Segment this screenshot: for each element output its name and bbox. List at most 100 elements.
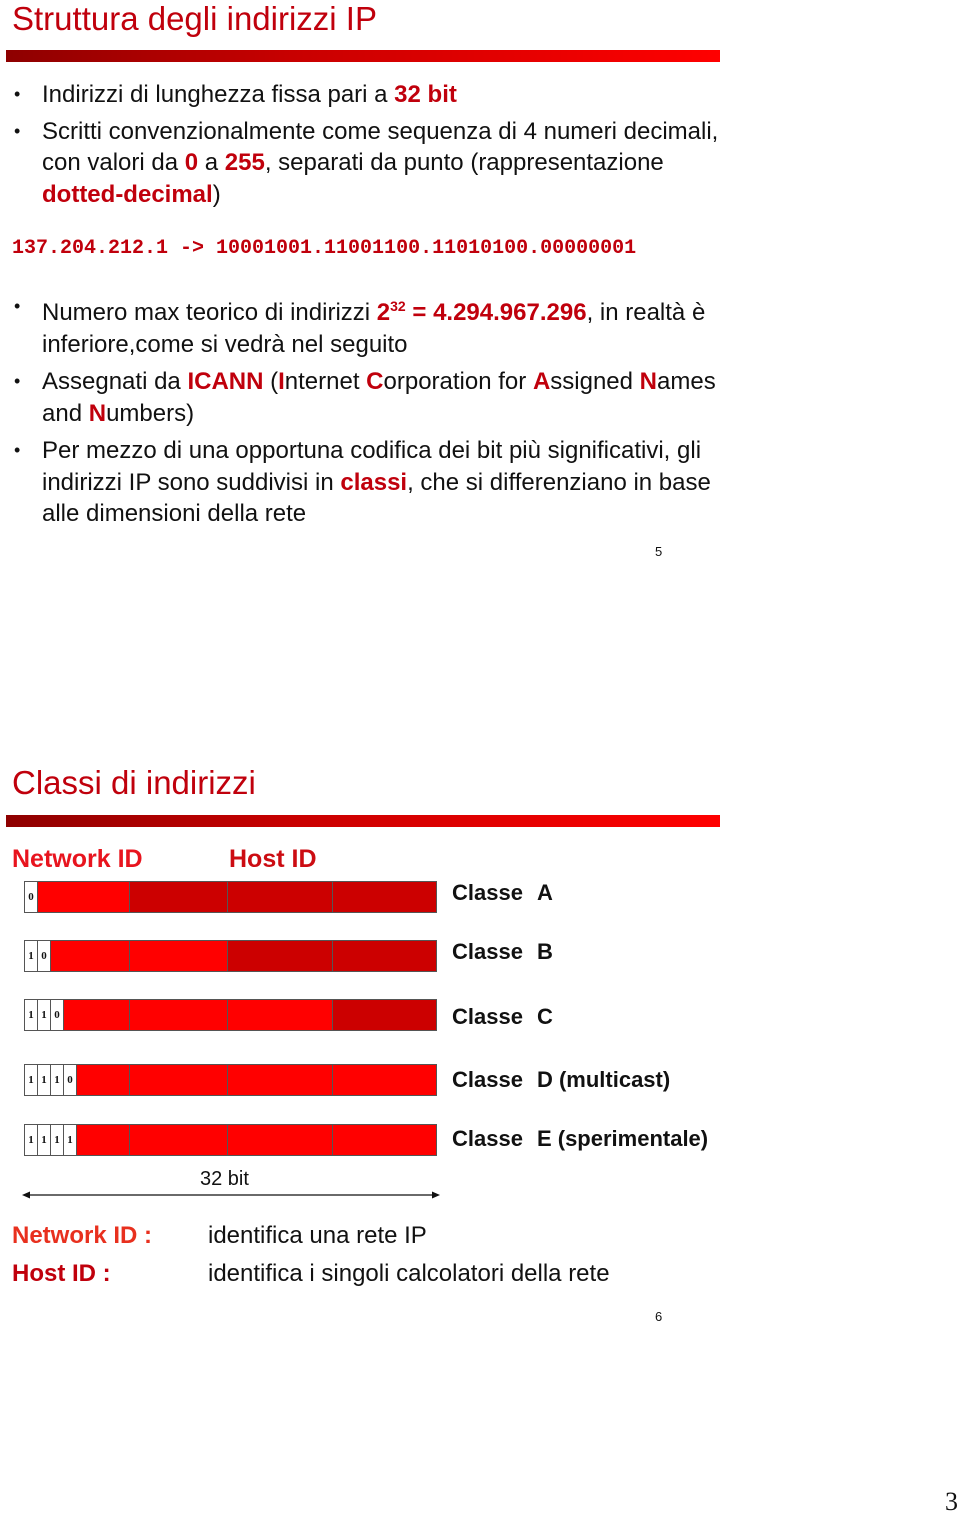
prefix-bit: 1 bbox=[64, 1125, 77, 1155]
host-octet bbox=[333, 882, 436, 912]
power-exponent: 32 bbox=[390, 298, 406, 314]
prefix-bit: 1 bbox=[51, 1065, 64, 1095]
bullet-list-bottom: • Numero max teorico di indirizzi 232 = … bbox=[10, 291, 730, 530]
width-arrow-icon bbox=[22, 1191, 440, 1199]
bullet-item: • Assegnati da ICANN (Internet Corporati… bbox=[10, 366, 730, 429]
bullet-text: a bbox=[198, 149, 225, 176]
class-letter: D (multicast) bbox=[536, 1067, 671, 1092]
class-label-prefix: Classe bbox=[452, 1126, 523, 1151]
prefix-bit: 1 bbox=[25, 1000, 38, 1030]
acronym-letter: A bbox=[532, 368, 551, 395]
highlight-text: classi bbox=[340, 468, 408, 496]
title-divider-bar bbox=[6, 50, 720, 62]
host-id-header: Host ID bbox=[229, 845, 317, 873]
host-octet bbox=[228, 941, 333, 971]
bullet-text: orporation for bbox=[383, 368, 533, 395]
highlight-text: 232 = 4.294.967.296 bbox=[376, 298, 587, 326]
highlight-text: dotted-decimal bbox=[42, 180, 213, 208]
bullet-item: • Indirizzi di lunghezza fissa pari a 32… bbox=[10, 79, 730, 111]
prefix-bit: 1 bbox=[38, 1000, 51, 1030]
class-label: Classe E (sperimentale) bbox=[452, 1126, 708, 1152]
power-value: = 4.294.967.296 bbox=[405, 299, 587, 326]
bullet-dot-icon: • bbox=[14, 120, 21, 141]
bullet-text: Assegnati da bbox=[42, 368, 188, 395]
slide-page-number: 6 bbox=[655, 1309, 663, 1324]
class-row: 1110 bbox=[24, 1064, 437, 1096]
network-octet bbox=[77, 1125, 130, 1155]
class-label-prefix: Classe bbox=[452, 939, 523, 964]
network-octet bbox=[228, 1065, 333, 1095]
bullet-item: • Numero max teorico di indirizzi 232 = … bbox=[10, 291, 730, 360]
class-label-prefix: Classe bbox=[452, 1067, 523, 1092]
bullet-dot-icon: • bbox=[14, 296, 21, 316]
class-letter: E (sperimentale) bbox=[536, 1126, 709, 1151]
highlight-text: 255 bbox=[224, 149, 265, 176]
prefix-bit: 1 bbox=[51, 1125, 64, 1155]
ip-conversion-example: 137.204.212.1 -> 10001001.11001100.11010… bbox=[12, 237, 637, 260]
bullet-dot-icon: • bbox=[14, 440, 21, 460]
network-octet bbox=[130, 1000, 228, 1030]
network-id-header: Network ID bbox=[12, 845, 143, 873]
slide-page-number: 5 bbox=[655, 544, 663, 559]
bullet-text: ) bbox=[212, 180, 221, 208]
class-row: 1111 bbox=[24, 1124, 437, 1156]
network-octet bbox=[333, 1065, 436, 1095]
network-octet bbox=[228, 1000, 333, 1030]
class-letter: C bbox=[536, 1004, 553, 1029]
network-octet bbox=[64, 1000, 130, 1030]
width-label: 32 bit bbox=[200, 1168, 249, 1190]
prefix-bit: 1 bbox=[25, 1065, 38, 1095]
bullet-text: Numero max teorico di indirizzi bbox=[42, 299, 377, 326]
bullet-text: ssigned bbox=[550, 368, 640, 395]
class-row: 110 bbox=[24, 999, 437, 1031]
class-letter: A bbox=[536, 880, 553, 905]
class-label-prefix: Classe bbox=[452, 880, 523, 905]
network-octet bbox=[77, 1065, 130, 1095]
bullet-text: umbers) bbox=[106, 399, 195, 427]
bullet-list-top: • Indirizzi di lunghezza fissa pari a 32… bbox=[10, 79, 730, 210]
prefix-bit: 1 bbox=[38, 1125, 51, 1155]
legend-host-key: Host ID : bbox=[12, 1260, 111, 1287]
class-label: Classe D (multicast) bbox=[452, 1067, 670, 1093]
bullet-text: ( bbox=[263, 368, 279, 395]
legend-network-value: identifica una rete IP bbox=[208, 1222, 427, 1249]
network-octet bbox=[130, 941, 228, 971]
prefix-bit: 0 bbox=[38, 941, 51, 971]
acronym-letter: I bbox=[278, 368, 285, 395]
network-octet bbox=[228, 1125, 333, 1155]
class-label-prefix: Classe bbox=[452, 1004, 523, 1029]
prefix-bit: 1 bbox=[25, 941, 38, 971]
legend-host-value: identifica i singoli calcolatori della r… bbox=[208, 1260, 610, 1287]
host-octet bbox=[228, 882, 333, 912]
acronym-letter: N bbox=[639, 368, 658, 395]
slide-title: Classi di indirizzi bbox=[12, 764, 256, 801]
power-base: 2 bbox=[376, 299, 391, 326]
bullet-item: • Per mezzo di una opportuna codifica de… bbox=[10, 435, 732, 530]
bullet-item: • Scritti convenzionalmente come sequenz… bbox=[10, 116, 730, 211]
legend-network-key: Network ID : bbox=[12, 1222, 153, 1249]
class-label: Classe C bbox=[452, 1004, 553, 1030]
highlight-text: 0 bbox=[184, 149, 199, 176]
bullet-dot-icon: • bbox=[14, 371, 21, 391]
network-octet bbox=[333, 1125, 436, 1155]
highlight-text: 32 bit bbox=[394, 81, 457, 108]
host-octet bbox=[130, 882, 228, 912]
network-octet bbox=[51, 941, 130, 971]
prefix-bit: 0 bbox=[51, 1000, 64, 1030]
title-divider-bar bbox=[6, 815, 720, 827]
network-octet bbox=[130, 1065, 228, 1095]
class-label: Classe A bbox=[452, 880, 553, 906]
highlight-text: ICANN bbox=[187, 368, 264, 395]
bullet-text: nternet bbox=[284, 368, 367, 395]
acronym-letter: C bbox=[366, 368, 384, 395]
prefix-bit: 1 bbox=[38, 1065, 51, 1095]
network-octet bbox=[38, 882, 130, 912]
class-row: 10 bbox=[24, 940, 437, 972]
document-page-number: 3 bbox=[945, 1487, 958, 1516]
bullet-text: , separati da punto (rappresentazione bbox=[264, 149, 664, 176]
host-octet bbox=[333, 1000, 436, 1030]
class-label: Classe B bbox=[452, 939, 553, 965]
class-letter: B bbox=[536, 939, 553, 964]
bullet-dot-icon: • bbox=[14, 84, 21, 104]
prefix-bit: 1 bbox=[25, 1125, 38, 1155]
